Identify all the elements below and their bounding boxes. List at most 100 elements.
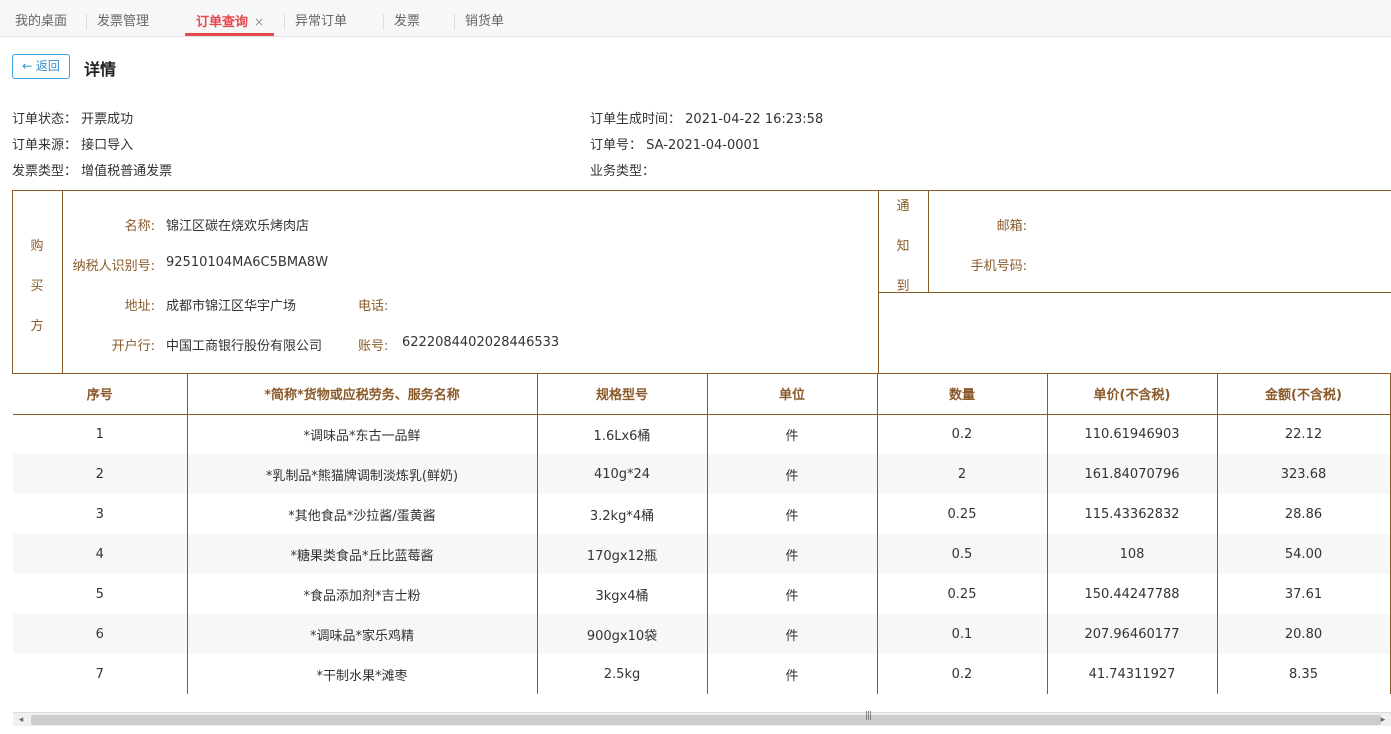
order-created-label: 订单生成时间： [590,112,682,127]
items-table-container[interactable]: 序号 *简称*货物或应税劳务、服务名称 规格型号 单位 数量 单价(不含税) 金… [13,374,1391,712]
buyer-tax-value: 92510104MA6C5BMA8W [166,255,329,270]
buyer-phone-label: 电话: [358,299,389,314]
table-row: 1 *调味品*东古一品鲜 1.6Lx6桶件 0.2 110.61946903 22.12 [13,414,1391,454]
table-cell: *调味品*家乐鸡精 [187,614,538,654]
table-cell: 件 [707,414,878,454]
buyer-name-label: 名称: [124,219,155,234]
tab-order-query-label: 订单查询 [196,15,249,30]
tab-divider [383,14,384,30]
table-cell: 900gx10袋 [537,614,708,654]
buyer-bank-label: 开户行: [111,339,155,354]
buyer-account-label: 账号: [358,339,389,354]
order-number-label: 订单号： [590,138,643,153]
invoice-type-value: 增值税普通发票 [81,164,173,179]
notify-side-char: 知 [896,239,910,254]
table-cell: 0.5 [877,534,1048,574]
table-cell: 170gx12瓶 [537,534,708,574]
column-header: 序号 [13,374,188,415]
table-cell: *乳制品*熊猫牌调制淡炼乳(鲜奶) [187,454,538,494]
table-cell: 161.84070796 [1047,454,1218,494]
close-icon[interactable]: × [254,15,264,29]
column-header: 金额(不含税) [1217,374,1391,415]
table-cell: 115.43362832 [1047,494,1218,534]
order-number-value: SA-2021-04-0001 [646,138,761,153]
buyer-account-value: 6222084402028446533 [402,335,560,350]
tab-divider [86,14,87,30]
grip-icon: ||| [865,711,872,721]
table-cell: 1.6Lx6桶 [537,414,708,454]
buyer-address-value: 成都市锦江区华宇广场 [166,299,297,314]
tab-desktop[interactable]: 我的桌面 [15,0,67,36]
invoice-type: 发票类型： 增值税普通发票 [12,160,172,179]
table-cell: 2.5kg [537,654,708,694]
order-status-label: 订单状态： [12,112,78,127]
page-title: 详情 [84,60,117,79]
horizontal-scrollbar[interactable]: ◂ ||| ▸ [13,711,1391,727]
table-cell: 28.86 [1217,494,1391,534]
buyer-tax-label: 纳税人识别号: [72,259,155,274]
divider [878,190,879,374]
table-cell: 22.12 [1217,414,1391,454]
business-type: 业务类型： [590,160,655,179]
table-cell: 108 [1047,534,1218,574]
order-source-value: 接口导入 [81,138,134,153]
business-type-label: 业务类型： [590,164,656,179]
scroll-right-icon[interactable]: ▸ [1375,713,1391,727]
back-button[interactable]: ← 返回 [12,54,70,79]
table-cell: 0.2 [877,654,1048,694]
table-cell: 410g*24 [537,454,708,494]
table-cell: 6 [13,614,188,654]
table-cell: 件 [707,454,878,494]
invoice-type-label: 发票类型： [12,164,78,179]
order-created-value: 2021-04-22 16:23:58 [685,112,824,127]
buyer-address-label: 地址: [124,299,155,314]
table-cell: 1 [13,414,188,454]
table-cell: 110.61946903 [1047,414,1218,454]
table-cell: 207.96460177 [1047,614,1218,654]
tab-order-query[interactable]: 订单查询 × [185,0,275,36]
table-cell: 0.25 [877,574,1048,614]
table-cell: 7 [13,654,188,694]
order-number: 订单号： SA-2021-04-0001 [590,134,760,153]
notify-mobile-label: 手机号码: [970,259,1027,274]
table-cell: *其他食品*沙拉酱/蛋黄酱 [187,494,538,534]
order-status: 订单状态： 开票成功 [12,108,133,127]
buyer-bank-value: 中国工商银行股份有限公司 [166,339,323,354]
tab-invoice[interactable]: 发票 [394,0,420,36]
column-header: 数量 [877,374,1048,415]
table-row: 4 *糖果类食品*丘比蓝莓酱 170gx12瓶件 0.5 108 54.00 [13,534,1391,574]
table-cell: 37.61 [1217,574,1391,614]
buyer-name-value: 锦江区碳在烧欢乐烤肉店 [166,219,310,234]
table-cell: 3 [13,494,188,534]
table-cell: 3.2kg*4桶 [537,494,708,534]
table-cell: 件 [707,534,878,574]
column-header: 单位 [707,374,878,415]
order-source: 订单来源： 接口导入 [12,134,133,153]
table-cell: 件 [707,574,878,614]
buyer-side-char: 购 [30,239,44,254]
table-row: 5 *食品添加剂*吉士粉 3kgx4桶件 0.25 150.44247788 37.61 [13,574,1391,614]
table-cell: 20.80 [1217,614,1391,654]
tab-bar: 我的桌面 发票管理 订单查询 × 异常订单 发票 销货单 [0,0,1391,37]
table-cell: 3kgx4桶 [537,574,708,614]
table-cell: *食品添加剂*吉士粉 [187,574,538,614]
scroll-left-icon[interactable]: ◂ [13,713,29,727]
tab-exception-orders[interactable]: 异常订单 [295,0,347,36]
divider [878,292,1391,293]
tab-sales-slip[interactable]: 销货单 [465,0,504,36]
order-status-value: 开票成功 [81,112,134,127]
notify-email-label: 邮箱: [996,219,1027,234]
table-cell: 41.74311927 [1047,654,1218,694]
table-cell: 件 [707,494,878,534]
order-source-label: 订单来源： [12,138,78,153]
notify-side-char: 通 [896,199,910,214]
column-header: 规格型号 [537,374,708,415]
divider [62,190,63,374]
tab-invoice-management[interactable]: 发票管理 [97,0,149,36]
scrollbar-thumb[interactable] [31,715,1381,725]
column-header: 单价(不含税) [1047,374,1218,415]
column-header: *简称*货物或应税劳务、服务名称 [187,374,538,415]
divider [928,190,929,292]
table-cell: 0.25 [877,494,1048,534]
items-table: 序号 *简称*货物或应税劳务、服务名称 规格型号 单位 数量 单价(不含税) 金… [13,374,1391,694]
